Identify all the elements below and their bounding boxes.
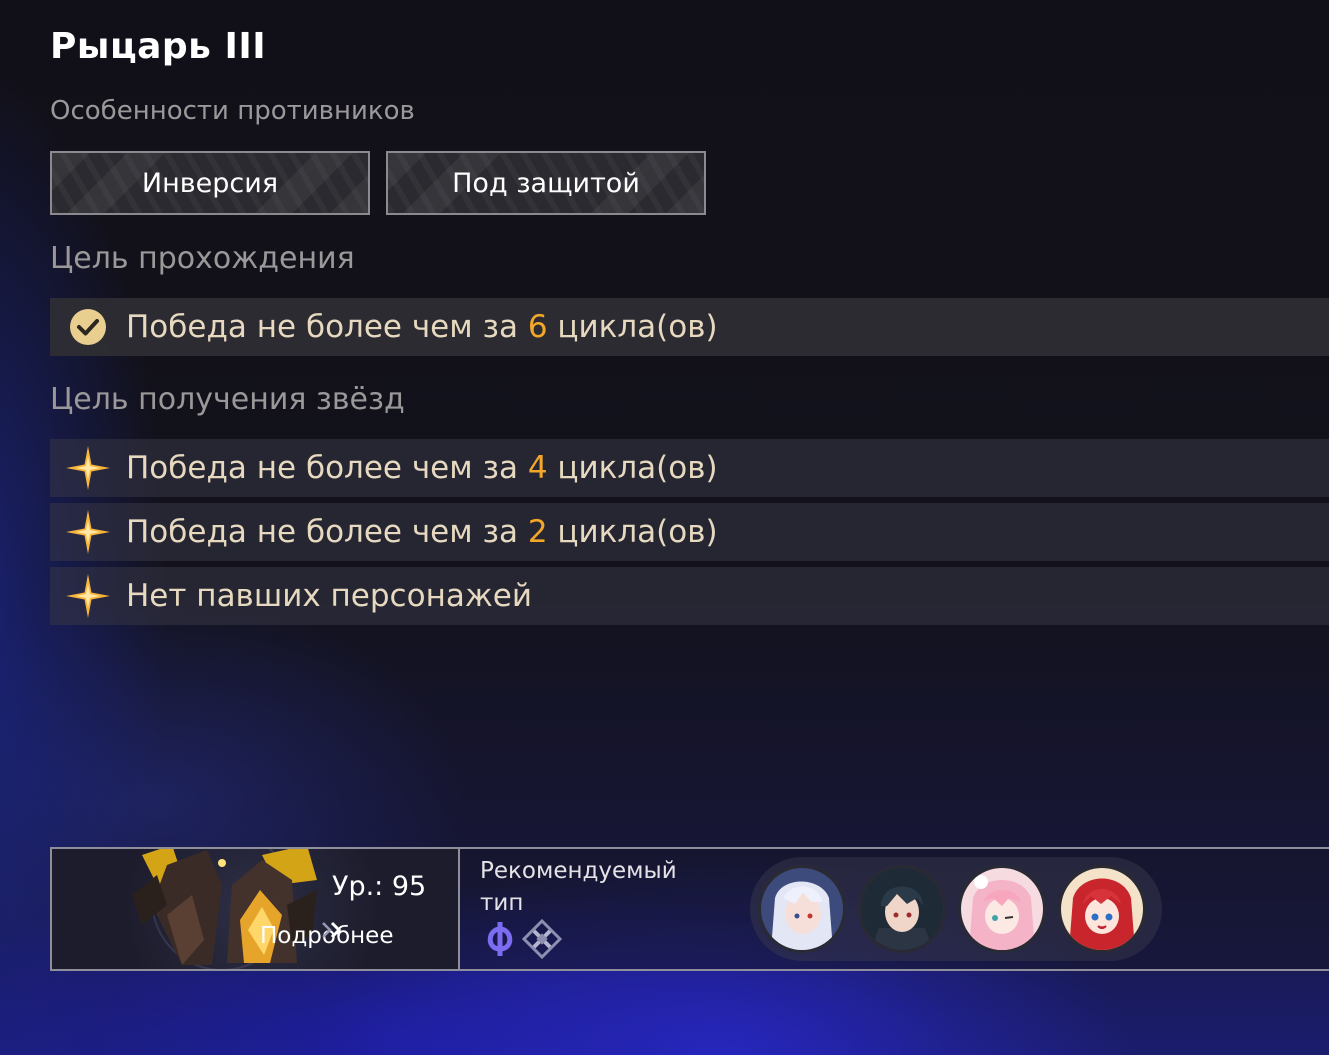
goal-text: Победа не более чем за 4 цикла(ов) [126,450,718,486]
enemy-info-panel: Ур.: 95 Подробнее Рекомендуемый тип [50,847,1329,971]
recommended-types [482,919,562,959]
star-goals-label: Цель получения звёзд [50,382,405,417]
character-avatar[interactable] [758,865,846,953]
character-avatar[interactable] [858,865,946,953]
double-chevron-right-icon [322,921,342,939]
enemy-features-label: Особенности противников [50,96,415,126]
quantum-type-icon[interactable] [522,919,562,959]
goal-text: Победа не более чем за 6 цикла(ов) [126,309,718,345]
trait-protected-button[interactable]: Под защитой [386,151,706,215]
trait-label: Инверсия [141,167,279,199]
check-circle-icon [50,298,126,356]
imaginary-path-icon[interactable] [482,919,518,959]
goal-text: Нет павших персонажей [126,578,532,614]
star-goal-row: Победа не более чем за 4 цикла(ов) [50,439,1329,497]
trait-label: Под защитой [452,167,640,199]
goal-text: Победа не более чем за 2 цикла(ов) [126,514,718,550]
star-goal-row: Победа не более чем за 2 цикла(ов) [50,503,1329,561]
stage-title: Рыцарь III [50,26,267,67]
star-sparkle-icon [50,503,126,561]
enemy-portrait [132,849,317,969]
enemy-level: Ур.: 95 [332,871,427,902]
recommended-type-label: Рекомендуемый тип [480,858,677,916]
character-avatar[interactable] [958,865,1046,953]
details-button[interactable]: Подробнее [260,921,393,949]
enemy-card[interactable]: Ур.: 95 Подробнее [52,849,460,969]
star-goal-row: Нет павших персонажей [50,567,1329,625]
star-sparkle-icon [50,567,126,625]
clear-goal-row: Победа не более чем за 6 цикла(ов) [50,298,1329,356]
trait-inversion-button[interactable]: Инверсия [50,151,370,215]
star-sparkle-icon [50,439,126,497]
recommended-characters [750,857,1162,961]
clear-goal-label: Цель прохождения [50,241,355,276]
character-avatar[interactable] [1058,865,1146,953]
